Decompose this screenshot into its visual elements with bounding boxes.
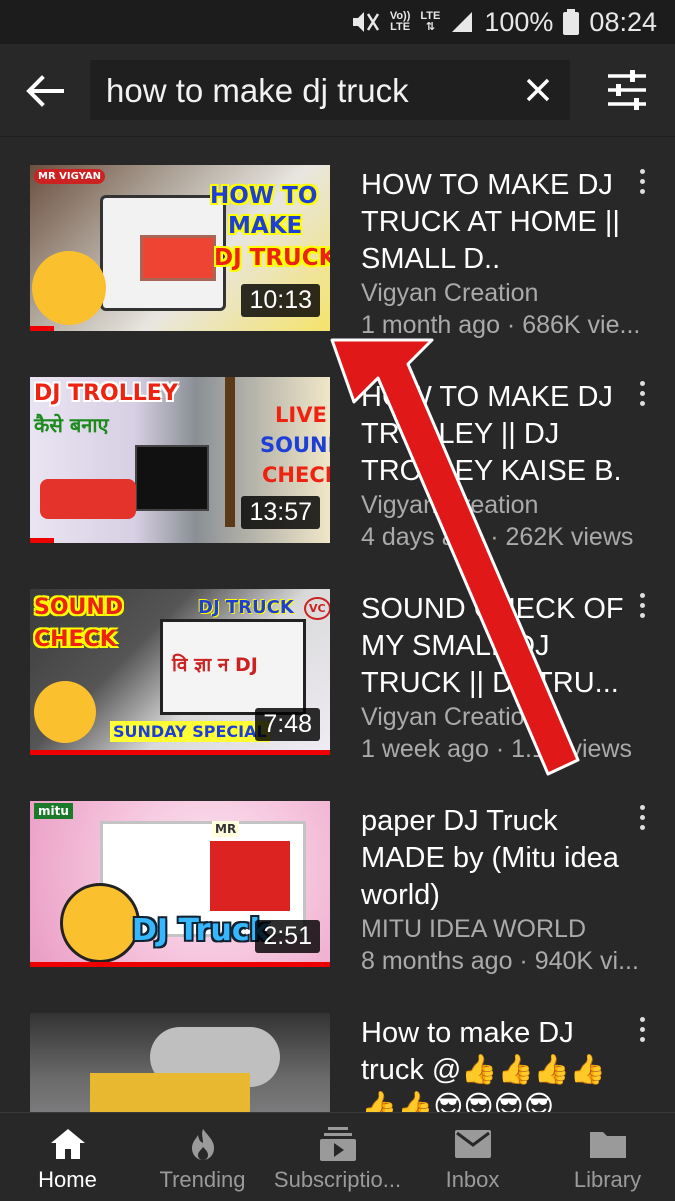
video-thumbnail[interactable]: DJ TROLLEY कैसे बनाए LIVE SOUND CHECK 13… xyxy=(30,377,330,543)
nav-subscriptions[interactable]: Subscriptio... xyxy=(270,1113,405,1201)
volte-indicator: Vo)) LTE xyxy=(389,10,411,33)
video-meta: 8 months ago · 940K vi... xyxy=(361,947,639,975)
nav-label: Subscriptio... xyxy=(273,1167,402,1192)
thumb-title-line: MAKE xyxy=(228,213,303,239)
back-arrow-icon[interactable] xyxy=(22,68,68,114)
folder-icon xyxy=(589,1132,626,1158)
nav-inbox[interactable]: Inbox xyxy=(405,1113,540,1201)
video-title[interactable]: SOUND CHECK OF MY SMALL DJ TRUCK || DJ T… xyxy=(361,591,636,702)
video-result[interactable]: mitu MR DJ Truck 2:51 paper DJ Truck MAD… xyxy=(0,773,675,985)
thumb-title-line: वि ज्ञा न DJ xyxy=(172,654,258,676)
thumb-title-line: कैसे बनाए xyxy=(34,413,109,437)
nav-label: Inbox xyxy=(445,1167,500,1192)
video-thumbnail[interactable] xyxy=(30,1013,330,1112)
thumb-title-line: SOUND xyxy=(34,595,124,620)
video-result[interactable]: MR VIGYAN HOW TO MAKE DJ TRUCK 10:13 HOW… xyxy=(0,137,675,349)
search-query-text: how to make dj truck xyxy=(106,72,409,109)
search-input[interactable]: how to make dj truck xyxy=(90,60,570,120)
video-title[interactable]: HOW TO MAKE DJ TRUCK AT HOME || SMALL D.… xyxy=(361,167,636,278)
thumb-title-line: HOW TO xyxy=(210,183,318,209)
video-duration: 13:57 xyxy=(241,496,320,529)
subscriptions-icon xyxy=(319,1127,356,1161)
video-duration: 10:13 xyxy=(241,284,320,317)
more-options-icon[interactable] xyxy=(630,805,654,835)
video-result[interactable]: DJ TROLLEY कैसे बनाए LIVE SOUND CHECK 13… xyxy=(0,349,675,561)
video-thumbnail[interactable]: mitu MR DJ Truck 2:51 xyxy=(30,801,330,967)
video-thumbnail[interactable]: SOUND CHECK DJ TRUCK VC वि ज्ञा न DJ SUN… xyxy=(30,589,330,755)
thumb-logo-text: VC xyxy=(304,597,330,620)
channel-name[interactable]: Vigyan Creation xyxy=(361,279,661,308)
watch-progress-bar xyxy=(30,326,54,331)
watch-progress-bar xyxy=(30,750,330,755)
thumb-title-line: DJ TRUCK xyxy=(198,597,294,618)
clock: 08:24 xyxy=(589,6,657,37)
search-app-bar: how to make dj truck xyxy=(0,44,675,137)
nav-label: Trending xyxy=(159,1167,246,1192)
channel-name[interactable]: MITU IDEA WORLD xyxy=(361,915,661,944)
thumb-logo-text: mitu xyxy=(34,803,73,819)
lte-indicator: LTE ⇅ xyxy=(420,10,441,33)
search-results-list: MR VIGYAN HOW TO MAKE DJ TRUCK 10:13 HOW… xyxy=(0,137,675,1112)
video-meta: 4 days ago · 262K views xyxy=(361,523,634,551)
video-duration: 7:48 xyxy=(255,708,320,741)
thumb-title-line: LIVE xyxy=(275,403,327,427)
more-options-icon[interactable] xyxy=(630,593,654,623)
thumb-title-line: DJ TROLLEY xyxy=(34,381,178,406)
home-icon xyxy=(50,1129,85,1159)
nav-home[interactable]: Home xyxy=(0,1113,135,1201)
thumb-title-line: DJ TRUCK xyxy=(214,245,330,271)
bottom-navigation: Home Trending Subscriptio... Inbox Libra… xyxy=(0,1112,675,1201)
channel-name[interactable]: Vigyan Creation xyxy=(361,703,661,732)
mute-icon xyxy=(352,12,379,32)
close-icon[interactable] xyxy=(520,72,556,108)
video-duration: 2:51 xyxy=(255,920,320,953)
video-title[interactable]: How to make DJ truck @👍👍👍👍👍👍😎😎😎😎 xyxy=(361,1015,636,1112)
thumb-logo-text: MR VIGYAN xyxy=(34,169,105,184)
laughing-emoji-icon xyxy=(60,883,140,963)
more-options-icon[interactable] xyxy=(630,381,654,411)
nav-label: Home xyxy=(38,1167,97,1192)
watch-progress-bar xyxy=(30,962,330,967)
video-result[interactable]: How to make DJ truck @👍👍👍👍👍👍😎😎😎😎 xyxy=(0,985,675,1112)
video-meta: 1 week ago · 1.1K views xyxy=(361,735,632,763)
thumb-title-line: CHECK xyxy=(34,627,117,652)
video-title[interactable]: paper DJ Truck MADE by (Mitu idea world) xyxy=(361,803,636,914)
tongue-emoji-icon xyxy=(34,681,96,743)
status-bar: Vo)) LTE LTE ⇅ 100% 08:24 xyxy=(0,0,675,44)
video-title[interactable]: HOW TO MAKE DJ TROLLEY || DJ TROLLEY KAI… xyxy=(361,379,636,490)
nav-label: Library xyxy=(573,1167,642,1192)
signal-icon xyxy=(452,12,473,32)
thumb-title-line: CHECK xyxy=(262,463,330,487)
channel-name[interactable]: Vigyan Creation xyxy=(361,491,661,520)
more-options-icon[interactable] xyxy=(630,169,654,199)
watch-progress-bar xyxy=(30,538,54,543)
battery-icon xyxy=(563,9,580,35)
more-options-icon[interactable] xyxy=(630,1017,654,1047)
video-result[interactable]: SOUND CHECK DJ TRUCK VC वि ज्ञा न DJ SUN… xyxy=(0,561,675,773)
video-thumbnail[interactable]: MR VIGYAN HOW TO MAKE DJ TRUCK 10:13 xyxy=(30,165,330,331)
battery-percent: 100% xyxy=(484,6,554,37)
thumb-title-line: DJ Truck xyxy=(132,913,270,948)
thumb-logo-text: MR xyxy=(212,821,240,837)
wink-emoji-icon xyxy=(32,251,106,325)
video-meta: 1 month ago · 686K vie... xyxy=(361,311,641,339)
filter-icon[interactable] xyxy=(604,70,650,110)
nav-library[interactable]: Library xyxy=(540,1113,675,1201)
thumb-title-line: SOUND xyxy=(260,433,330,457)
thumb-title-line: SUNDAY SPECIAL xyxy=(110,721,270,742)
inbox-icon xyxy=(454,1130,491,1158)
flame-icon xyxy=(191,1129,214,1160)
nav-trending[interactable]: Trending xyxy=(135,1113,270,1201)
